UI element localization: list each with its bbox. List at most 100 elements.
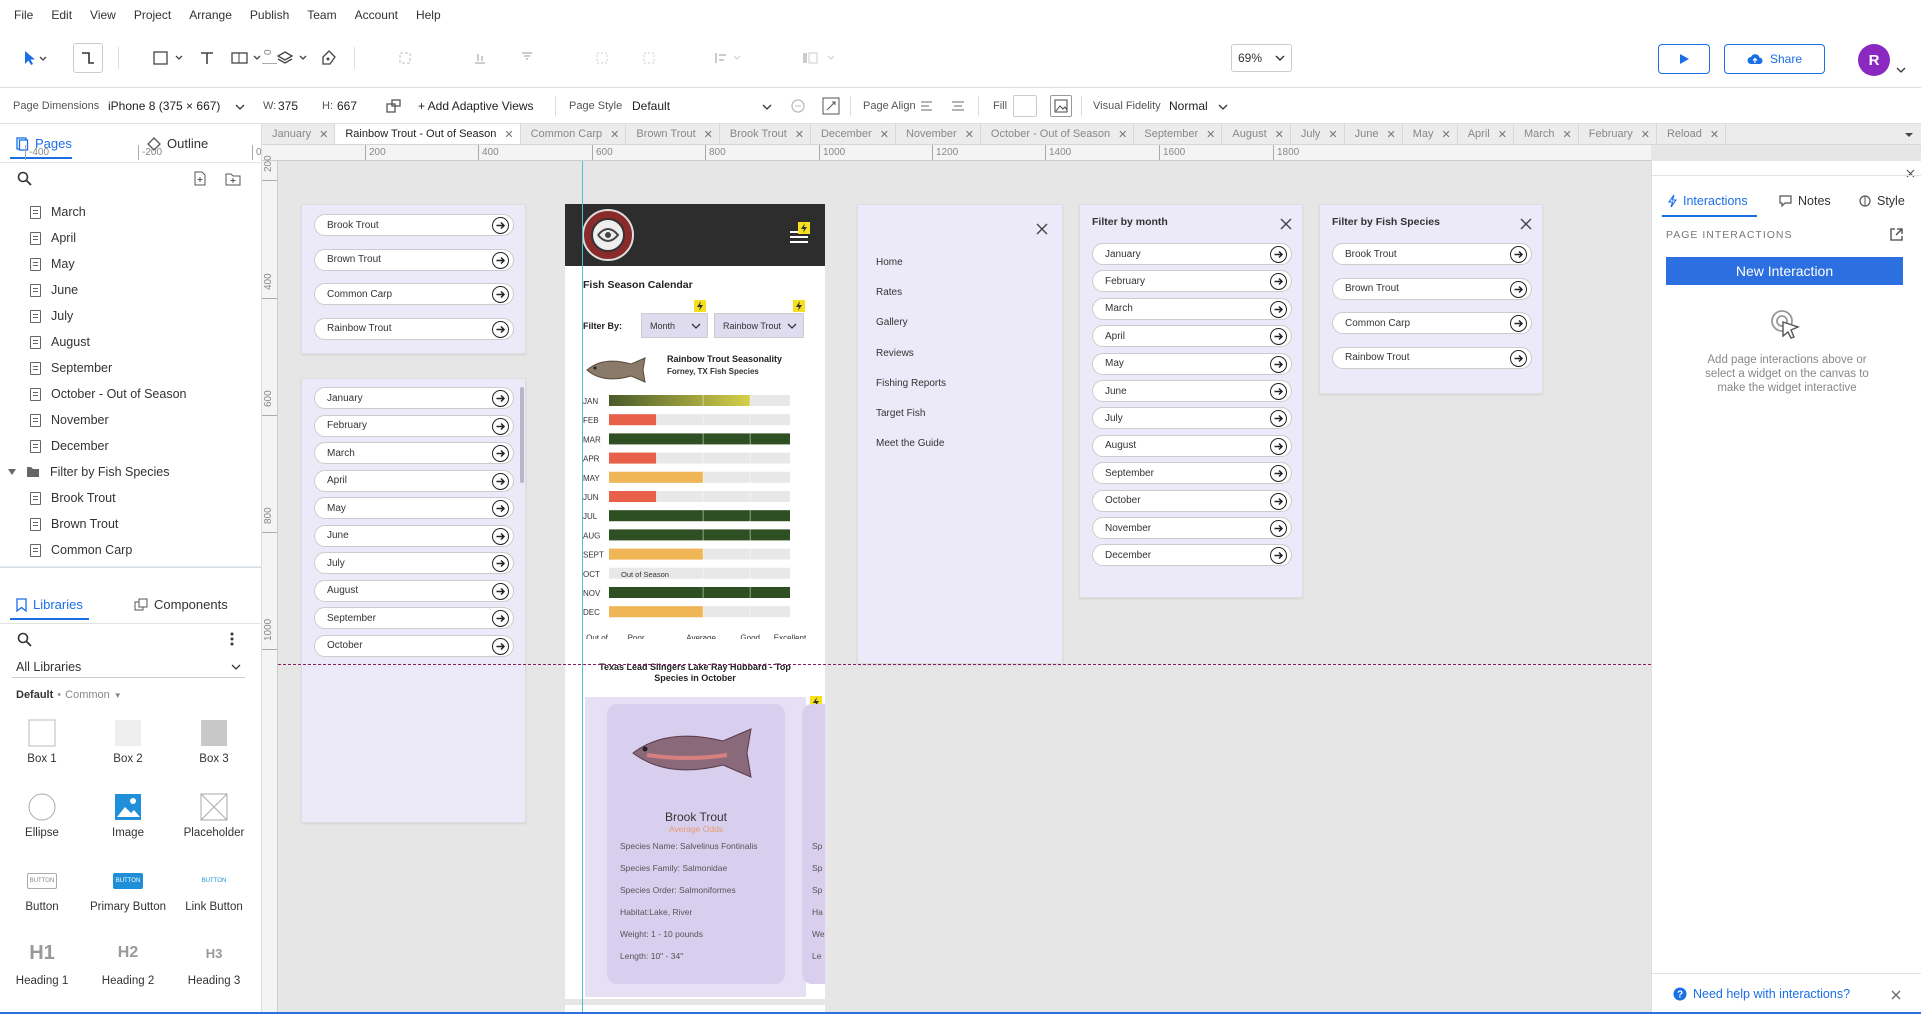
filter-pill[interactable]: May bbox=[1092, 352, 1292, 375]
close-tab-icon[interactable]: ✕ bbox=[504, 128, 513, 141]
chevron-down-icon[interactable] bbox=[1896, 66, 1906, 74]
filter-pill[interactable]: July bbox=[314, 552, 514, 574]
nav-link[interactable]: Reviews bbox=[876, 348, 914, 359]
close-tab-icon[interactable]: ✕ bbox=[1710, 128, 1719, 141]
widget-image[interactable]: Image bbox=[85, 793, 171, 839]
widget-primary-button[interactable]: BUTTON Primary Button bbox=[85, 867, 171, 913]
widget-heading-1[interactable]: H1 Heading 1 bbox=[0, 941, 85, 988]
tab-page[interactable]: November ✕ bbox=[896, 124, 981, 144]
menu-project[interactable]: Project bbox=[134, 8, 171, 22]
menu-account[interactable]: Account bbox=[355, 8, 398, 22]
page-item[interactable]: May bbox=[30, 253, 75, 275]
tab-interactions[interactable]: Interactions bbox=[1668, 194, 1748, 208]
filter-pill[interactable]: Common Carp bbox=[314, 283, 514, 305]
widget-heading-2[interactable]: H2 Heading 2 bbox=[85, 941, 171, 987]
species-card[interactable]: Brook Trout Average Odds Species Name: S… bbox=[607, 704, 785, 984]
page-item[interactable]: June bbox=[30, 279, 78, 301]
zoom-select[interactable]: 69% bbox=[1231, 44, 1292, 72]
filter-pill[interactable]: June bbox=[1092, 380, 1292, 402]
close-tab-icon[interactable]: ✕ bbox=[880, 128, 889, 141]
filter-pill[interactable]: March bbox=[314, 442, 514, 464]
connector-tool-button[interactable] bbox=[73, 43, 103, 73]
page-item[interactable]: December bbox=[30, 435, 109, 457]
tab-page[interactable]: August ✕ bbox=[1222, 124, 1291, 144]
menu-help[interactable]: Help bbox=[416, 8, 441, 22]
shape-tool-button[interactable] bbox=[150, 43, 190, 73]
tab-page[interactable]: April ✕ bbox=[1458, 124, 1514, 144]
tab-page[interactable]: January ✕ bbox=[262, 124, 336, 144]
align-left-icon[interactable] bbox=[920, 99, 934, 113]
menu-file[interactable]: File bbox=[14, 8, 33, 22]
close-tab-icon[interactable]: ✕ bbox=[1641, 128, 1650, 141]
height-input[interactable]: 667 bbox=[337, 99, 357, 113]
menu-view[interactable]: View bbox=[90, 8, 116, 22]
filter-pill[interactable]: October bbox=[314, 634, 514, 657]
page-item[interactable]: August bbox=[30, 331, 90, 353]
page-item[interactable]: Common Carp bbox=[30, 539, 132, 561]
layout-icon[interactable] bbox=[800, 43, 840, 73]
edit-style-icon[interactable] bbox=[822, 97, 840, 115]
page-item[interactable]: September bbox=[30, 357, 112, 379]
more-vertical-icon[interactable] bbox=[229, 631, 235, 647]
page-folder[interactable]: Filter by Fish Species bbox=[8, 461, 169, 483]
new-interaction-button[interactable]: New Interaction bbox=[1666, 257, 1903, 285]
chevron-down-icon[interactable] bbox=[762, 103, 772, 111]
menu-edit[interactable]: Edit bbox=[51, 8, 72, 22]
page-item[interactable]: November bbox=[30, 409, 109, 431]
preview-button[interactable] bbox=[1658, 44, 1710, 74]
filter-pill[interactable]: February bbox=[1092, 270, 1292, 293]
rotate-icon[interactable] bbox=[385, 98, 403, 114]
tab-page[interactable]: Reload ✕ bbox=[1657, 124, 1727, 144]
library-select[interactable]: All Libraries bbox=[12, 656, 245, 678]
external-link-icon[interactable] bbox=[1889, 227, 1904, 242]
page-item[interactable]: April bbox=[30, 227, 76, 249]
width-input[interactable]: 375 bbox=[278, 99, 298, 113]
close-tab-icon[interactable]: ✕ bbox=[1498, 128, 1507, 141]
page-dimensions-select[interactable]: iPhone 8 (375 × 667) bbox=[108, 99, 220, 113]
widget-box-2[interactable]: Box 2 bbox=[85, 719, 171, 765]
page-item[interactable]: October - Out of Season bbox=[30, 383, 187, 405]
tab-page[interactable]: March ✕ bbox=[1514, 124, 1579, 144]
select-tool-button[interactable] bbox=[14, 43, 54, 73]
tab-page[interactable]: Rainbow Trout - Out of Season ✕ bbox=[335, 124, 521, 144]
page-item[interactable]: March bbox=[30, 201, 86, 223]
close-icon[interactable] bbox=[1891, 990, 1901, 1000]
close-tab-icon[interactable]: ✕ bbox=[1442, 128, 1451, 141]
add-page-icon[interactable] bbox=[193, 171, 207, 186]
tab-page[interactable]: December ✕ bbox=[811, 124, 896, 144]
add-folder-icon[interactable] bbox=[225, 172, 241, 186]
nav-link[interactable]: Gallery bbox=[876, 317, 908, 328]
tab-page[interactable]: May ✕ bbox=[1403, 124, 1458, 144]
tab-page[interactable]: June ✕ bbox=[1345, 124, 1403, 144]
filter-pill[interactable]: September bbox=[314, 607, 514, 629]
close-tab-icon[interactable]: ✕ bbox=[610, 128, 619, 141]
visual-fidelity-select[interactable]: Normal bbox=[1169, 99, 1208, 113]
species-filter-select[interactable]: Rainbow Trout bbox=[714, 313, 804, 338]
filter-pill[interactable]: Brook Trout bbox=[1332, 243, 1532, 265]
month-filter-select[interactable]: Month bbox=[641, 313, 708, 338]
close-icon[interactable] bbox=[1036, 223, 1048, 235]
align-center-icon[interactable] bbox=[951, 99, 965, 113]
arrange-icon[interactable] bbox=[714, 43, 744, 73]
species-card-next[interactable]: Sp Sp Sp Ha We Le bbox=[802, 704, 825, 984]
close-tab-icon[interactable]: ✕ bbox=[1206, 128, 1215, 141]
canvas[interactable]: Brook Trout Brown Trout Common Carp Rainbow… bbox=[278, 161, 1651, 1014]
widget-link-button[interactable]: BUTTON Link Button bbox=[171, 867, 257, 913]
widget-box-1[interactable]: Box 1 bbox=[0, 719, 85, 765]
close-tab-icon[interactable]: ✕ bbox=[1387, 128, 1396, 141]
menu-team[interactable]: Team bbox=[307, 8, 336, 22]
tab-page[interactable]: Brown Trout ✕ bbox=[626, 124, 720, 144]
tab-page[interactable]: Brook Trout ✕ bbox=[720, 124, 811, 144]
tab-style[interactable]: Style bbox=[1859, 194, 1905, 208]
chevron-down-icon[interactable] bbox=[235, 103, 245, 111]
group-icon[interactable] bbox=[592, 43, 612, 73]
chevron-down-icon[interactable] bbox=[1218, 103, 1228, 111]
nav-link[interactable]: Rates bbox=[876, 287, 902, 298]
page-item[interactable]: Brown Trout bbox=[30, 513, 118, 535]
filter-pill[interactable]: Rainbow Trout bbox=[1332, 346, 1532, 369]
page-item[interactable]: July bbox=[30, 305, 73, 327]
text-tool-button[interactable] bbox=[196, 43, 218, 73]
close-tab-icon[interactable]: ✕ bbox=[965, 128, 974, 141]
pen-tool-button[interactable] bbox=[316, 43, 342, 73]
close-tab-icon[interactable]: ✕ bbox=[795, 128, 804, 141]
